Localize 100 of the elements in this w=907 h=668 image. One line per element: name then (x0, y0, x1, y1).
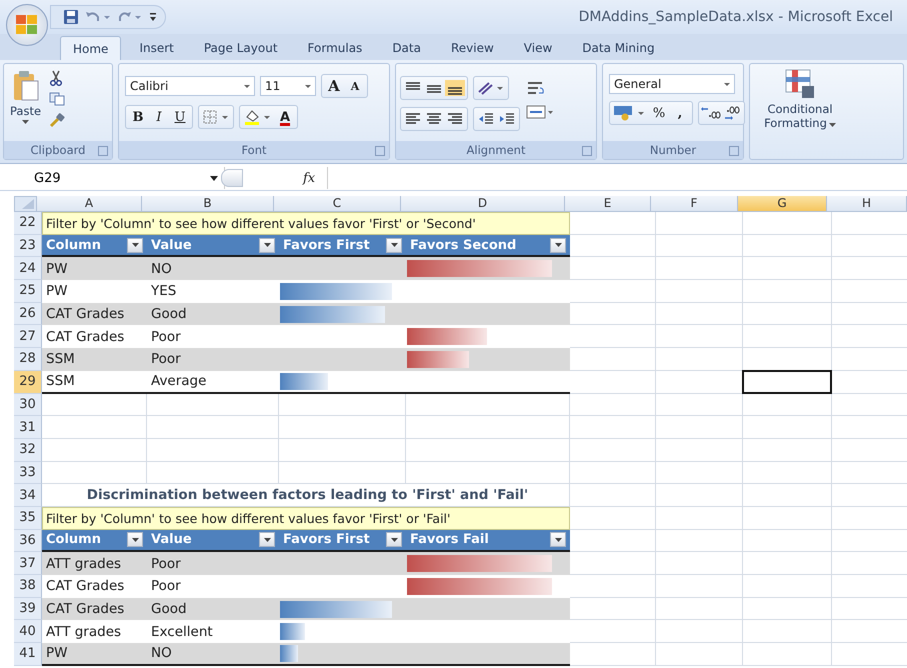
ribbon-tab[interactable]: Data (380, 36, 433, 60)
filter-dropdown-button[interactable] (127, 238, 143, 253)
dialog-launcher-icon[interactable] (729, 146, 739, 156)
comma-style-button[interactable]: , (670, 103, 690, 123)
dialog-launcher-icon[interactable] (582, 146, 592, 156)
align-center-icon[interactable] (424, 111, 444, 127)
save-icon[interactable] (63, 9, 79, 25)
table-grid-icon (784, 68, 816, 100)
office-button[interactable] (6, 4, 48, 46)
row-header[interactable]: 41 (14, 643, 42, 666)
caret-icon (390, 538, 398, 542)
ribbon-tab[interactable]: Formulas (296, 36, 374, 60)
row-header[interactable]: 36 (14, 530, 42, 552)
shrink-font-button[interactable]: A (345, 76, 365, 96)
format-painter-icon[interactable] (49, 112, 66, 128)
table-cell: Poor (147, 348, 279, 371)
table-cell: Good (147, 598, 279, 620)
row-header[interactable]: 25 (14, 280, 42, 303)
filter-dropdown-button[interactable] (386, 238, 402, 253)
column-heading: Column (46, 532, 101, 548)
row-header[interactable]: 33 (14, 462, 42, 484)
group-label: Alignment (466, 143, 526, 157)
conditional-formatting-button[interactable]: Conditional Formatting (750, 64, 850, 131)
decrease-decimal-icon[interactable] (722, 104, 742, 122)
table-cell: PW (42, 257, 147, 280)
ribbon-tab[interactable]: Review (438, 36, 506, 60)
table-cell: Poor (147, 552, 279, 575)
align-right-icon[interactable] (445, 111, 465, 127)
row-header[interactable]: 38 (14, 575, 42, 598)
customize-icon[interactable] (149, 12, 157, 22)
row-header[interactable]: 27 (14, 325, 42, 348)
row-header[interactable]: 39 (14, 598, 42, 620)
select-all-button[interactable] (14, 196, 37, 212)
group-label: Clipboard (30, 143, 86, 157)
borders-icon[interactable] (201, 108, 231, 126)
bold-button[interactable]: B (128, 107, 148, 127)
formula-bar-handle[interactable] (221, 169, 243, 187)
triangle-icon (22, 199, 34, 209)
row-header[interactable]: 32 (14, 438, 42, 462)
copy-icon[interactable] (49, 92, 66, 106)
filter-dropdown-button[interactable] (386, 532, 402, 548)
italic-button[interactable]: I (149, 107, 169, 127)
row-header[interactable]: 30 (14, 394, 42, 416)
table-cell: CAT Grades (42, 302, 147, 326)
column-header[interactable]: A (37, 196, 142, 212)
cut-icon[interactable] (49, 70, 64, 86)
undo-icon[interactable] (85, 10, 111, 24)
redo-icon[interactable] (117, 10, 143, 24)
filter-dropdown-button[interactable] (259, 532, 275, 548)
ribbon-tab[interactable]: Insert (127, 36, 186, 60)
percent-button[interactable]: % (649, 103, 669, 123)
column-heading: Favors First (283, 532, 370, 548)
row-header[interactable]: 35 (14, 506, 42, 530)
column-header[interactable]: F (651, 196, 738, 212)
column-header[interactable]: C (274, 196, 401, 212)
ribbon-tab[interactable]: View (512, 36, 564, 60)
dialog-launcher-icon[interactable] (375, 146, 385, 156)
caret-icon (554, 538, 562, 542)
dialog-launcher-icon[interactable] (98, 146, 108, 156)
ribbon-tab[interactable]: Page Layout (192, 36, 290, 60)
orientation-icon[interactable] (476, 80, 506, 96)
font-size-dropdown[interactable]: 11 (260, 76, 316, 96)
filter-dropdown-button[interactable] (550, 532, 566, 548)
table-cell: Good (147, 302, 279, 326)
row-header[interactable]: 22 (14, 212, 42, 235)
row-header[interactable]: 37 (14, 552, 42, 575)
column-header[interactable]: G (738, 196, 827, 212)
underline-button[interactable]: U (170, 107, 190, 127)
row-header[interactable]: 23 (14, 234, 42, 258)
number-format-dropdown[interactable]: General (609, 74, 735, 94)
column-header[interactable]: H (827, 196, 907, 212)
filter-dropdown-button[interactable] (127, 532, 143, 548)
insert-function-button[interactable]: fx (303, 170, 316, 186)
font-name-dropdown[interactable]: Calibri (125, 76, 255, 96)
grow-font-button[interactable]: A (324, 76, 344, 96)
instruction-cell: Filter by 'Column' to see how different values favor 'First' or 'Second' (42, 212, 570, 235)
column-heading: Column (46, 238, 101, 253)
row-header[interactable]: 40 (14, 620, 42, 644)
paste-button[interactable]: Paste (8, 68, 44, 137)
ribbon-tab[interactable]: Home (60, 36, 122, 60)
row-header[interactable]: 26 (14, 302, 42, 326)
align-left-icon[interactable] (403, 111, 423, 127)
table-cell: NO (147, 257, 279, 280)
row-header[interactable]: 28 (14, 348, 42, 371)
row-header[interactable]: 29 (14, 370, 42, 394)
filter-dropdown-button[interactable] (259, 238, 275, 253)
ribbon-tab[interactable]: Data Mining (570, 36, 667, 60)
row-header[interactable]: 31 (14, 416, 42, 439)
table-cell: ATT grades (42, 552, 147, 575)
row-header[interactable]: 24 (14, 257, 42, 280)
caret-icon (390, 243, 398, 248)
column-header[interactable]: B (142, 196, 274, 212)
table-cell: SSM (42, 348, 147, 371)
merge-center-icon[interactable] (526, 104, 554, 120)
align-bottom-icon[interactable] (445, 80, 465, 96)
row-header[interactable]: 34 (14, 484, 42, 507)
caret-icon (554, 243, 562, 248)
column-header[interactable]: D (401, 196, 565, 212)
column-header[interactable]: E (565, 196, 651, 212)
filter-dropdown-button[interactable] (550, 238, 566, 253)
